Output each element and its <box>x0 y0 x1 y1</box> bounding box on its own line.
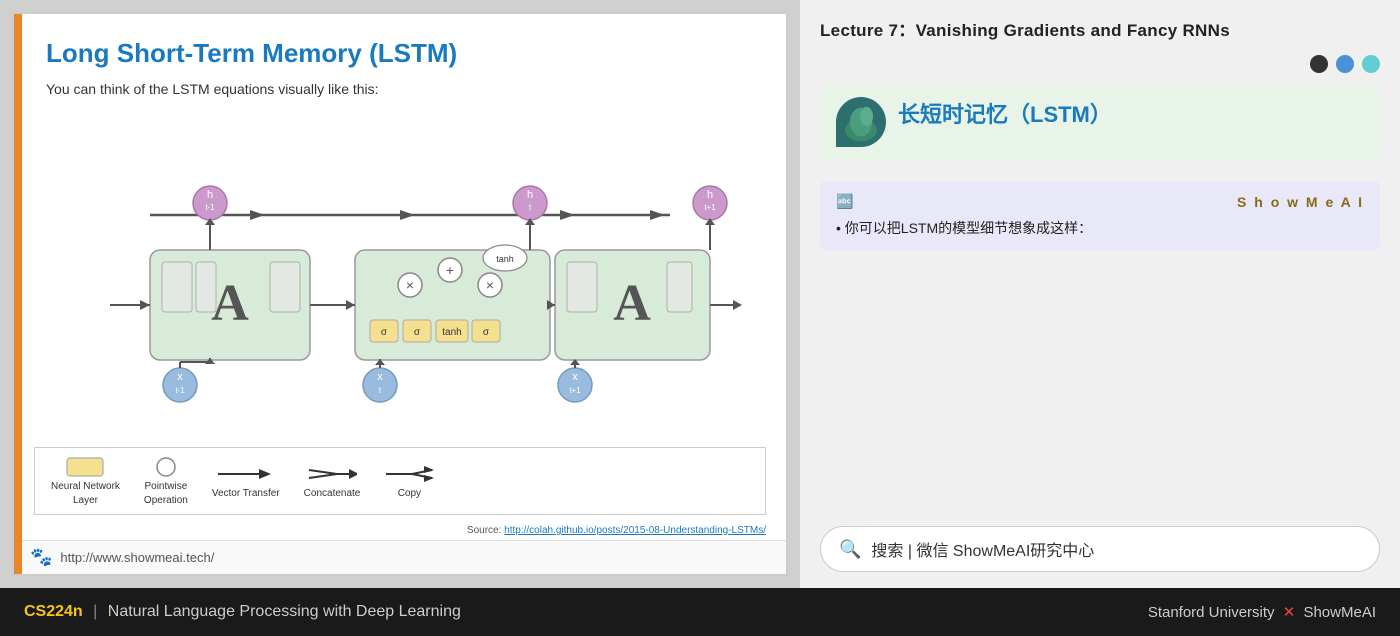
bottom-left: CS224n | Natural Language Processing wit… <box>24 603 461 621</box>
info-card: 🔤 S h o w M e A I • 你可以把LSTM的模型细节想象成这样： <box>820 181 1380 250</box>
slide-title: Long Short-Term Memory (LSTM) <box>46 38 754 69</box>
dot-3 <box>1362 55 1380 73</box>
bottom-right: Stanford University ✕ ShowMeAI <box>1148 603 1376 621</box>
dot-2 <box>1336 55 1354 73</box>
svg-text:x: x <box>177 371 183 383</box>
info-card-logo: S h o w M e A I <box>1237 194 1364 210</box>
svg-text:σ: σ <box>483 327 490 338</box>
legend-concatenate: Concatenate <box>304 463 361 499</box>
lstm-diagram: A σ σ tanh <box>50 125 750 425</box>
footer-url: http://www.showmeai.tech/ <box>60 550 214 565</box>
source-link: Source: http://colah.github.io/posts/201… <box>14 523 786 540</box>
chinese-section: 长短时记忆（LSTM） <box>820 83 1380 161</box>
svg-text:t+1: t+1 <box>569 386 581 395</box>
dot-1 <box>1310 55 1328 73</box>
brand-text: ShowMeAI <box>1303 604 1376 621</box>
right-panel: Lecture 7：Vanishing Gradients and Fancy … <box>800 0 1400 588</box>
search-icon: 🔍 <box>839 539 861 560</box>
footer-icon: 🐾 <box>30 547 52 568</box>
legend-pointwise: Pointwise Operation <box>144 456 188 506</box>
svg-text:h: h <box>527 189 533 201</box>
slide-container: Long Short-Term Memory (LSTM) You can th… <box>12 12 788 576</box>
search-bar[interactable]: 🔍 搜索 | 微信 ShowMeAI研究中心 <box>820 526 1380 572</box>
svg-text:t+1: t+1 <box>704 203 716 212</box>
svg-text:σ: σ <box>381 327 388 338</box>
info-card-header: 🔤 S h o w M e A I <box>836 193 1364 210</box>
chinese-content: 长短时记忆（LSTM） <box>898 97 1364 129</box>
chinese-title: 长短时记忆（LSTM） <box>898 97 1364 129</box>
legend-copy: Copy <box>384 463 434 499</box>
stanford-text: Stanford University <box>1148 604 1275 621</box>
legend-bar: Neural Network Layer Pointwise Operation <box>34 447 766 515</box>
lecture-title: Lecture 7：Vanishing Gradients and Fancy … <box>820 16 1380 41</box>
slide-panel: Long Short-Term Memory (LSTM) You can th… <box>0 0 800 588</box>
bottom-description: Natural Language Processing with Deep Le… <box>108 603 461 620</box>
legend-concat-label: Concatenate <box>304 488 361 499</box>
svg-text:x: x <box>572 371 578 383</box>
orange-accent-bar <box>14 14 22 574</box>
info-card-icon: 🔤 <box>836 193 853 210</box>
search-bar-text: 搜索 | 微信 ShowMeAI研究中心 <box>871 537 1094 561</box>
legend-vector-label1: Vector Transfer <box>212 488 280 499</box>
bottom-pipe: | <box>93 603 102 620</box>
info-card-bullet: • 你可以把LSTM的模型细节想象成这样： <box>836 218 1364 238</box>
bottom-bar: CS224n | Natural Language Processing wit… <box>0 588 1400 636</box>
slide-subtitle: You can think of the LSTM equations visu… <box>46 81 754 97</box>
svg-text:tanh: tanh <box>442 327 461 338</box>
svg-text:σ: σ <box>414 327 421 338</box>
svg-text:h: h <box>207 189 213 201</box>
chinese-icon <box>836 97 886 147</box>
svg-text:+: + <box>446 262 454 278</box>
svg-text:A: A <box>613 275 651 332</box>
legend-copy-label: Copy <box>398 488 421 499</box>
svg-text:t-1: t-1 <box>205 203 215 212</box>
legend-neural-label2: Layer <box>73 495 98 506</box>
svg-text:A: A <box>211 275 249 332</box>
source-url[interactable]: http://colah.github.io/posts/2015-08-Und… <box>504 525 766 536</box>
legend-vector-transfer: Vector Transfer <box>212 463 280 499</box>
svg-text:×: × <box>486 277 494 293</box>
svg-text:t-1: t-1 <box>175 386 185 395</box>
x-symbol: ✕ <box>1283 604 1300 621</box>
legend-neural-label1: Neural Network <box>51 481 120 492</box>
dots-row <box>820 55 1380 73</box>
svg-text:tanh: tanh <box>496 254 514 264</box>
cs-label: CS224n <box>24 603 83 620</box>
svg-text:h: h <box>707 189 713 201</box>
legend-pointwise-label1: Pointwise <box>144 481 187 492</box>
diagram-area: A σ σ tanh <box>46 113 754 437</box>
legend-pointwise-label2: Operation <box>144 495 188 506</box>
svg-text:x: x <box>377 371 383 383</box>
legend-neural-network: Neural Network Layer <box>51 456 120 506</box>
svg-text:×: × <box>406 277 414 293</box>
slide-footer: 🐾 http://www.showmeai.tech/ <box>14 540 786 574</box>
